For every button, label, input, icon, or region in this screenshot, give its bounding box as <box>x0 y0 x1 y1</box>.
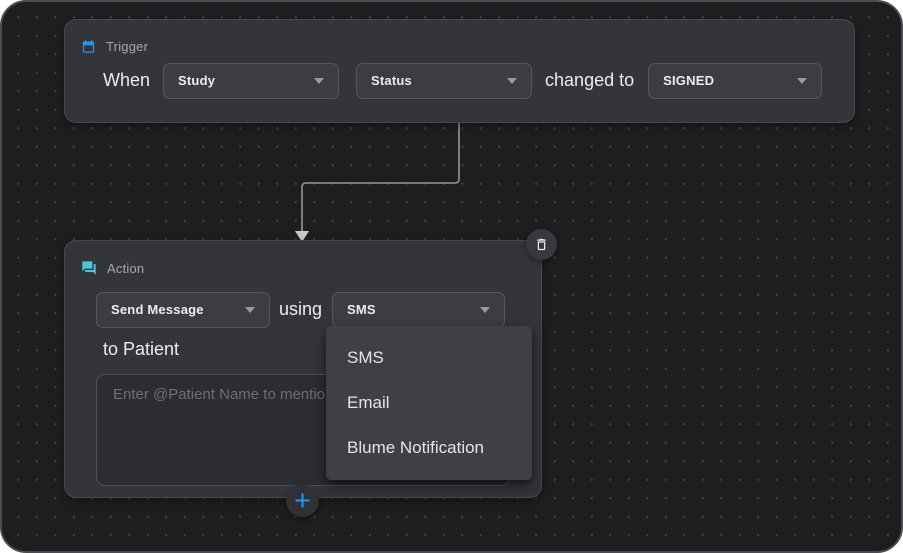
action-config-row: Send Message using SMS <box>96 291 505 328</box>
recipient-label: to Patient <box>103 339 179 360</box>
trigger-field-value: Status <box>371 73 412 88</box>
chevron-down-icon <box>245 307 255 313</box>
trigger-entity-dropdown[interactable]: Study <box>163 63 339 99</box>
chevron-down-icon <box>314 78 324 84</box>
chevron-down-icon <box>507 78 517 84</box>
when-label: When <box>103 70 150 91</box>
calendar-icon <box>81 39 96 54</box>
delete-action-button[interactable] <box>526 229 557 260</box>
trigger-field-dropdown[interactable]: Status <box>356 63 532 99</box>
trigger-card-title: Trigger <box>106 39 148 54</box>
menu-item-blume-notification[interactable]: Blume Notification <box>326 425 532 470</box>
menu-item-email[interactable]: Email <box>326 380 532 425</box>
action-channel-value: SMS <box>347 302 376 317</box>
using-label: using <box>279 299 322 320</box>
trigger-condition-row: When Study Status changed to SIGNED <box>103 62 822 99</box>
action-channel-dropdown[interactable]: SMS <box>332 292 505 328</box>
action-type-value: Send Message <box>111 302 204 317</box>
plus-icon <box>293 491 312 510</box>
chevron-down-icon <box>480 307 490 313</box>
menu-item-sms[interactable]: SMS <box>326 335 532 380</box>
trigger-card-header: Trigger <box>81 39 148 54</box>
action-card-header: Action <box>81 260 144 276</box>
workflow-canvas[interactable]: Trigger When Study Status changed to SIG… <box>0 0 903 553</box>
chat-icon <box>81 260 97 276</box>
trigger-entity-value: Study <box>178 73 215 88</box>
chevron-down-icon <box>797 78 807 84</box>
changed-to-label: changed to <box>545 70 634 91</box>
trigger-value-dropdown[interactable]: SIGNED <box>648 63 822 99</box>
trash-icon <box>534 237 549 252</box>
action-type-dropdown[interactable]: Send Message <box>96 292 270 328</box>
trigger-card[interactable]: Trigger When Study Status changed to SIG… <box>64 19 855 123</box>
screenshot-stage: Trigger When Study Status changed to SIG… <box>0 0 903 553</box>
trigger-value-value: SIGNED <box>663 73 714 88</box>
add-step-button[interactable] <box>286 484 319 517</box>
channel-dropdown-menu: SMS Email Blume Notification <box>326 326 532 480</box>
action-card-title: Action <box>107 261 144 276</box>
